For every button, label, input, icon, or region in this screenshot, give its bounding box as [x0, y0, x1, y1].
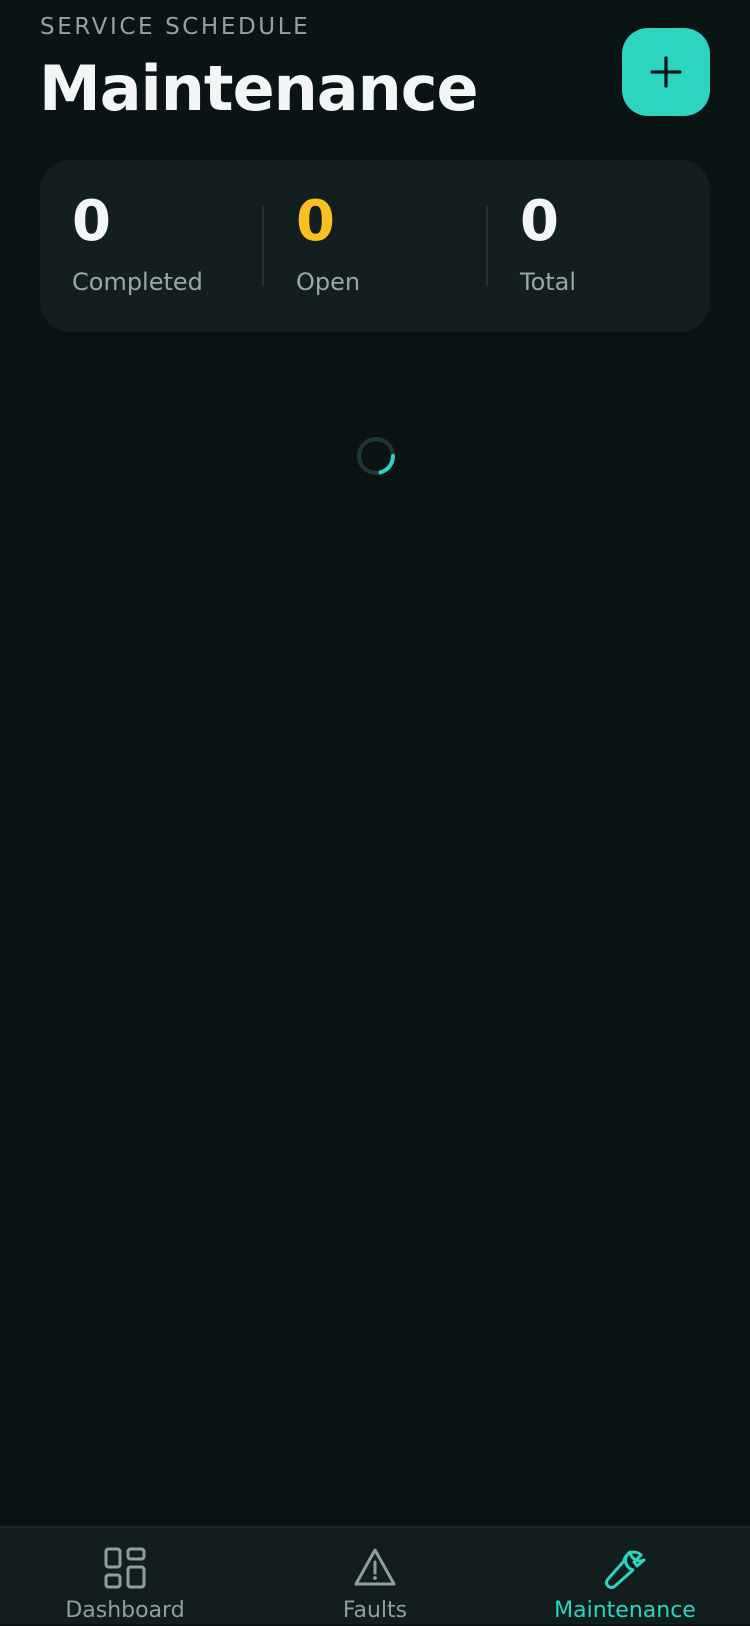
nav-item-dashboard[interactable]: Dashboard [0, 1528, 250, 1626]
plus-icon [650, 56, 682, 88]
stat-open-label: Open [296, 268, 361, 296]
stat-completed-label: Completed [72, 268, 203, 296]
add-maintenance-button[interactable] [622, 28, 710, 116]
nav-item-faults[interactable]: Faults [250, 1528, 500, 1626]
warning-triangle-icon [354, 1548, 396, 1586]
stat-total-label: Total [520, 268, 577, 296]
dashboard-grid-icon [104, 1547, 146, 1589]
wrench-icon [605, 1550, 646, 1589]
bottom-nav: Dashboard Faults Maintenance [0, 1526, 750, 1624]
stats-card: 0 Completed 0 Open 0 Total [40, 160, 710, 332]
nav-label-dashboard: Dashboard [65, 1598, 185, 1623]
loading-spinner-icon [357, 437, 395, 475]
nav-label-maintenance: Maintenance [554, 1598, 696, 1623]
nav-label-faults: Faults [342, 1598, 408, 1623]
stat-divider [262, 206, 264, 286]
stat-open-value: 0 [296, 189, 335, 254]
stat-divider [486, 206, 488, 286]
page-title: Maintenance [39, 52, 479, 125]
section-eyebrow: SERVICE SCHEDULE [40, 14, 311, 40]
nav-item-maintenance[interactable]: Maintenance [500, 1528, 750, 1626]
stat-completed-value: 0 [72, 189, 111, 254]
stat-total-value: 0 [520, 189, 559, 254]
